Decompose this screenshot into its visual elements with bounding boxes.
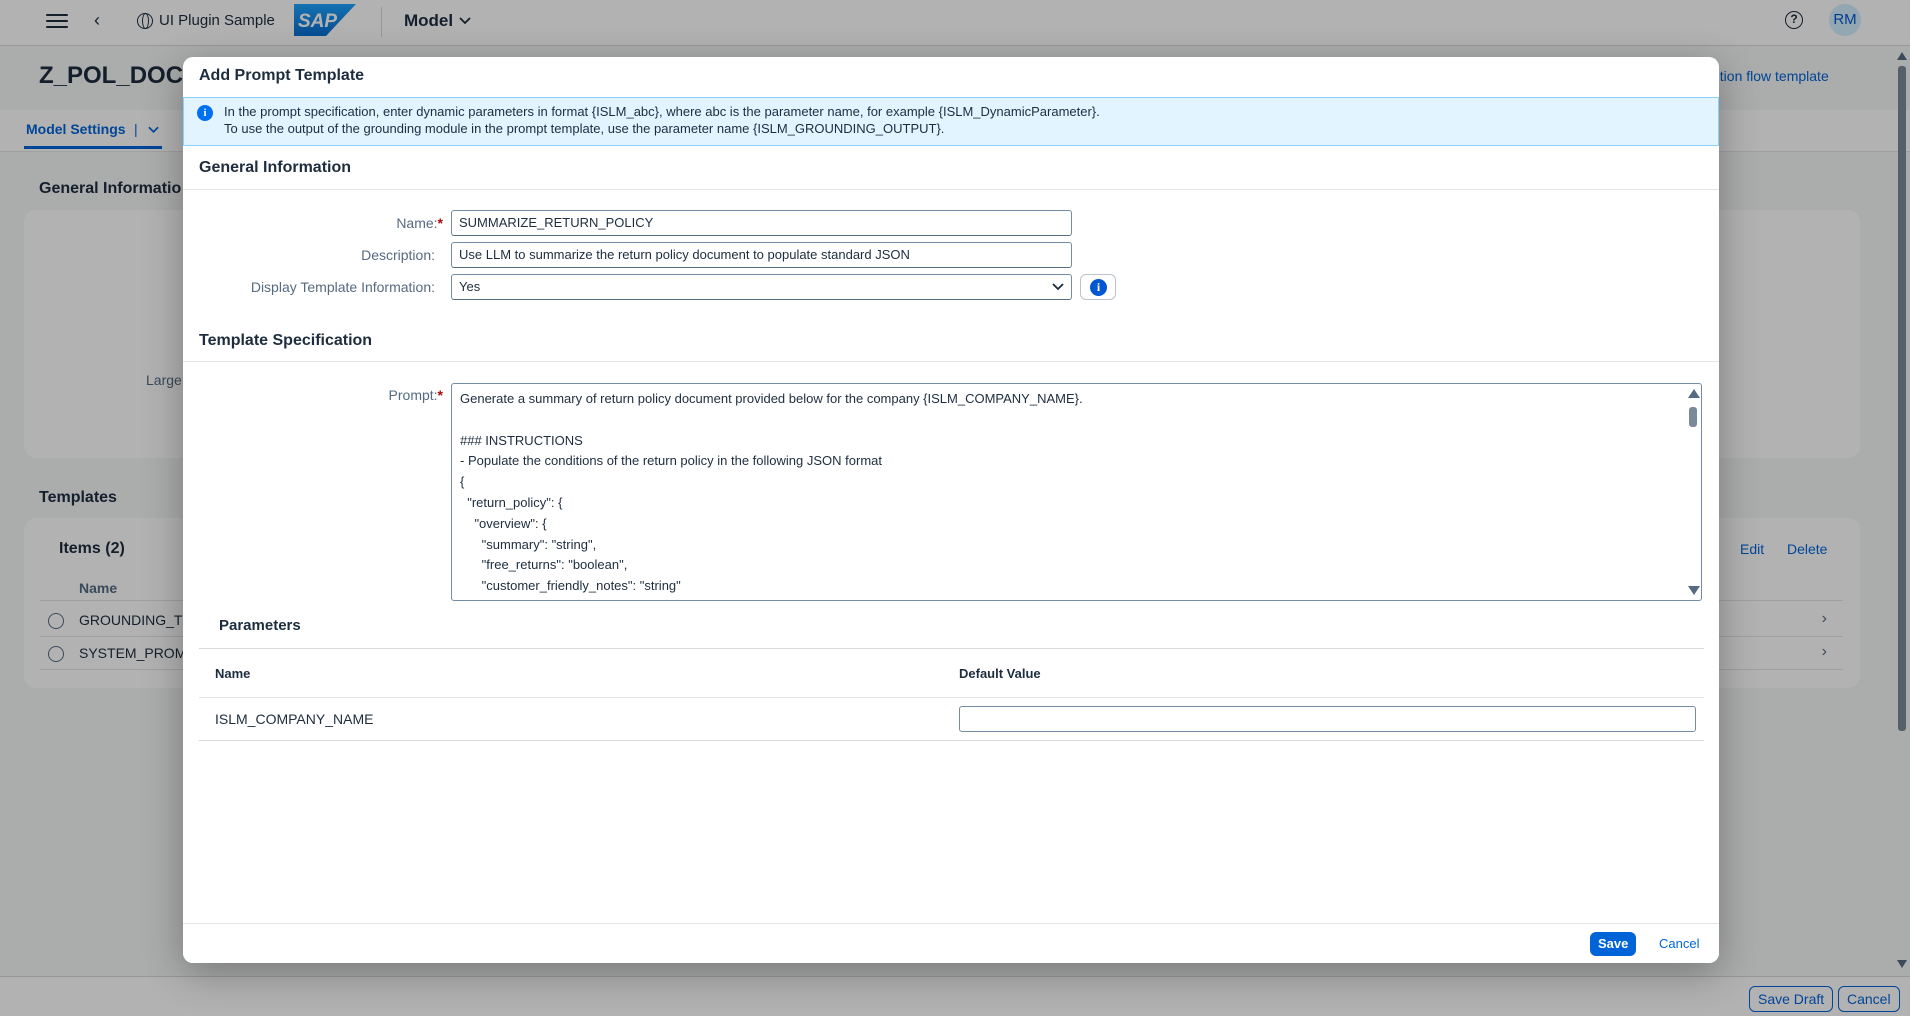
parameters-title: Parameters xyxy=(219,617,301,634)
parameters-row-line xyxy=(199,740,1704,741)
scroll-up-icon[interactable] xyxy=(1688,389,1700,398)
description-label: Description: xyxy=(361,247,435,263)
info-text-line1: In the prompt specification, enter dynam… xyxy=(224,104,1100,119)
info-icon: i xyxy=(1090,279,1107,296)
cancel-button[interactable]: Cancel xyxy=(1651,932,1707,956)
display-template-information-value: Yes xyxy=(459,279,481,294)
required-mark: * xyxy=(437,215,443,231)
parameter-default-value-input[interactable] xyxy=(959,706,1696,732)
prompt-text: Generate a summary of return policy docu… xyxy=(460,391,1083,594)
info-message-strip: i In the prompt specification, enter dyn… xyxy=(183,97,1719,146)
name-input[interactable]: SUMMARIZE_RETURN_POLICY xyxy=(451,210,1072,236)
scroll-down-icon[interactable] xyxy=(1688,586,1700,595)
save-button[interactable]: Save xyxy=(1590,932,1637,956)
display-template-information-select[interactable]: Yes xyxy=(451,274,1072,300)
info-icon: i xyxy=(197,105,213,121)
dialog-title: Add Prompt Template xyxy=(199,67,365,84)
parameters-divider xyxy=(199,648,1704,649)
prompt-textarea[interactable]: Generate a summary of return policy docu… xyxy=(451,383,1702,601)
name-label: Name:* xyxy=(396,215,443,231)
chevron-down-icon xyxy=(1052,283,1064,291)
section-divider xyxy=(183,361,1719,362)
parameters-header-line xyxy=(199,697,1704,698)
info-text-line2: To use the output of the grounding modul… xyxy=(224,121,945,136)
add-prompt-template-dialog: Add Prompt Template i In the prompt spec… xyxy=(183,57,1719,963)
scroll-thumb[interactable] xyxy=(1689,407,1697,427)
section-divider xyxy=(183,189,1719,190)
template-specification-section: Template Specification xyxy=(199,332,373,349)
prompt-scrollbar[interactable] xyxy=(1685,384,1701,600)
template-info-button[interactable]: i xyxy=(1080,274,1116,300)
dialog-footer xyxy=(183,923,1719,963)
description-input[interactable]: Use LLM to summarize the return policy d… xyxy=(451,242,1072,268)
general-information-section: General Information xyxy=(199,159,352,176)
parameter-name: ISLM_COMPANY_NAME xyxy=(215,711,374,727)
column-header-name: Name xyxy=(215,666,251,681)
required-mark: * xyxy=(437,387,443,403)
column-header-default-value: Default Value xyxy=(959,666,1041,681)
prompt-label: Prompt:* xyxy=(388,387,443,403)
display-template-information-label: Display Template Information: xyxy=(250,279,435,295)
